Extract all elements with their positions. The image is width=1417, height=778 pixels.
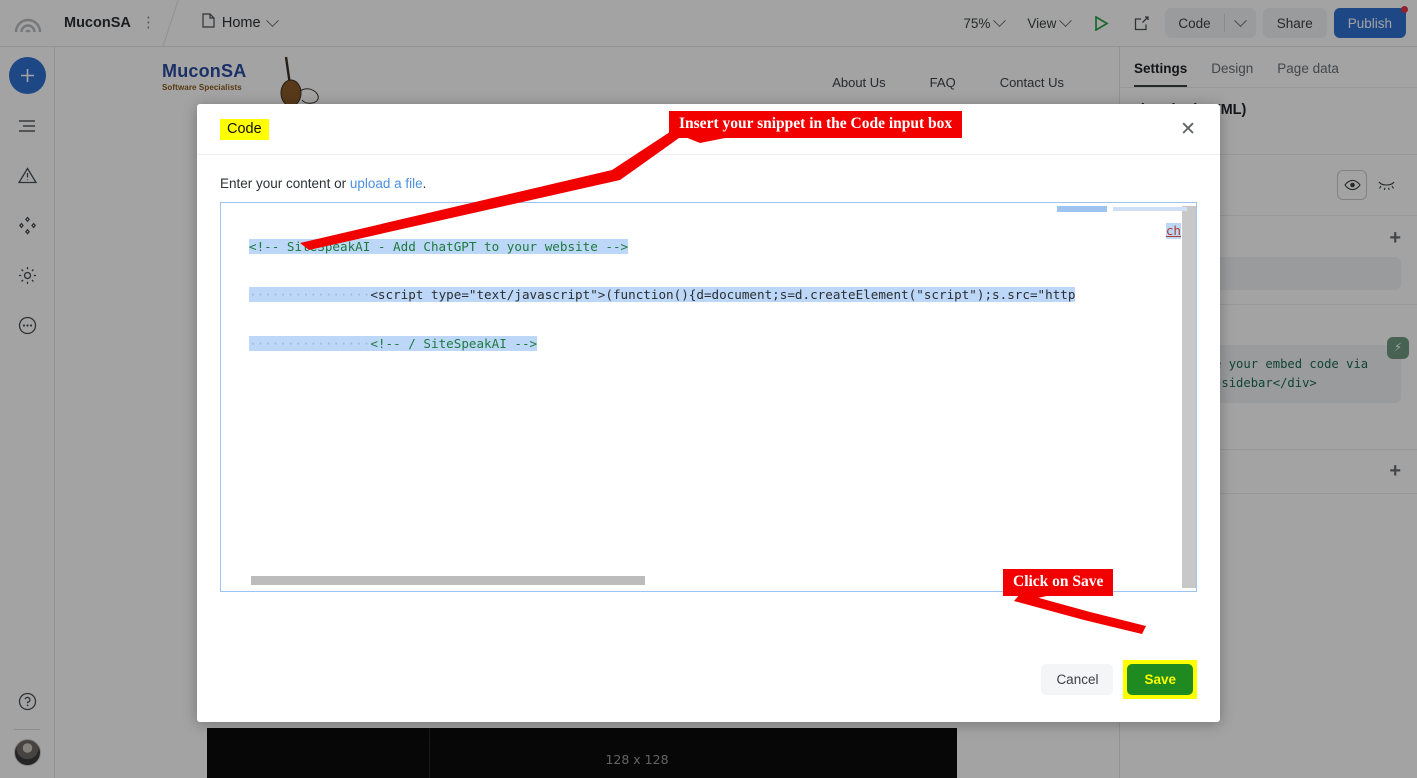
editor-lines: <!-- SiteSpeakAI - Add ChatGPT to your w… xyxy=(249,206,1075,385)
editor-vertical-scrollbar[interactable] xyxy=(1182,206,1196,588)
close-icon[interactable]: ✕ xyxy=(1174,116,1202,143)
modal-title: Code xyxy=(220,119,269,140)
code-indent-dots: ················ xyxy=(249,287,370,302)
app-root: MuconSA ⋮ Home 75% View xyxy=(0,0,1417,778)
annotation-click-save: Click on Save xyxy=(1003,569,1113,596)
modal-body: Enter your content or upload a file. <!-… xyxy=(197,155,1220,592)
code-editor[interactable]: <!-- SiteSpeakAI - Add ChatGPT to your w… xyxy=(220,202,1197,592)
editor-gutter xyxy=(221,203,249,591)
code-line-3-text: <!-- / SiteSpeakAI --> xyxy=(370,336,537,351)
save-button[interactable]: Save xyxy=(1127,664,1193,695)
editor-horizontal-scrollbar[interactable] xyxy=(251,576,645,585)
modal-footer: Cancel Save xyxy=(1041,660,1197,699)
annotation-insert-snippet: Insert your snippet in the Code input bo… xyxy=(669,111,962,138)
editor-selection-bar xyxy=(1057,206,1107,212)
code-indent-dots: ················ xyxy=(249,336,370,351)
editor-line-1: <!-- SiteSpeakAI - Add ChatGPT to your w… xyxy=(249,239,1075,255)
upload-hint-prefix: Enter your content or xyxy=(220,176,350,191)
cancel-button[interactable]: Cancel xyxy=(1041,664,1113,695)
save-button-highlight: Save xyxy=(1123,660,1197,699)
annotation-insert-snippet-text: Insert your snippet in the Code input bo… xyxy=(669,111,962,138)
upload-hint-suffix: . xyxy=(423,176,427,191)
upload-hint: Enter your content or upload a file. xyxy=(220,176,1197,191)
editor-autocomplete-overlay xyxy=(1083,203,1196,591)
editor-line-2: ················<script type="text/javas… xyxy=(249,287,1075,303)
editor-line-3: ················<!-- / SiteSpeakAI --> xyxy=(249,336,1075,352)
code-line-1-text: <!-- SiteSpeakAI - Add ChatGPT to your w… xyxy=(249,239,628,254)
editor-selection-bar-secondary xyxy=(1113,207,1187,211)
upload-file-link[interactable]: upload a file xyxy=(350,176,423,191)
code-line-2-tail: ch xyxy=(1166,223,1181,239)
annotation-click-save-text: Click on Save xyxy=(1003,569,1113,596)
code-line-2-text: <script type="text/javascript">(function… xyxy=(370,287,1075,302)
code-modal: Code ✕ Enter your content or upload a fi… xyxy=(197,104,1220,722)
